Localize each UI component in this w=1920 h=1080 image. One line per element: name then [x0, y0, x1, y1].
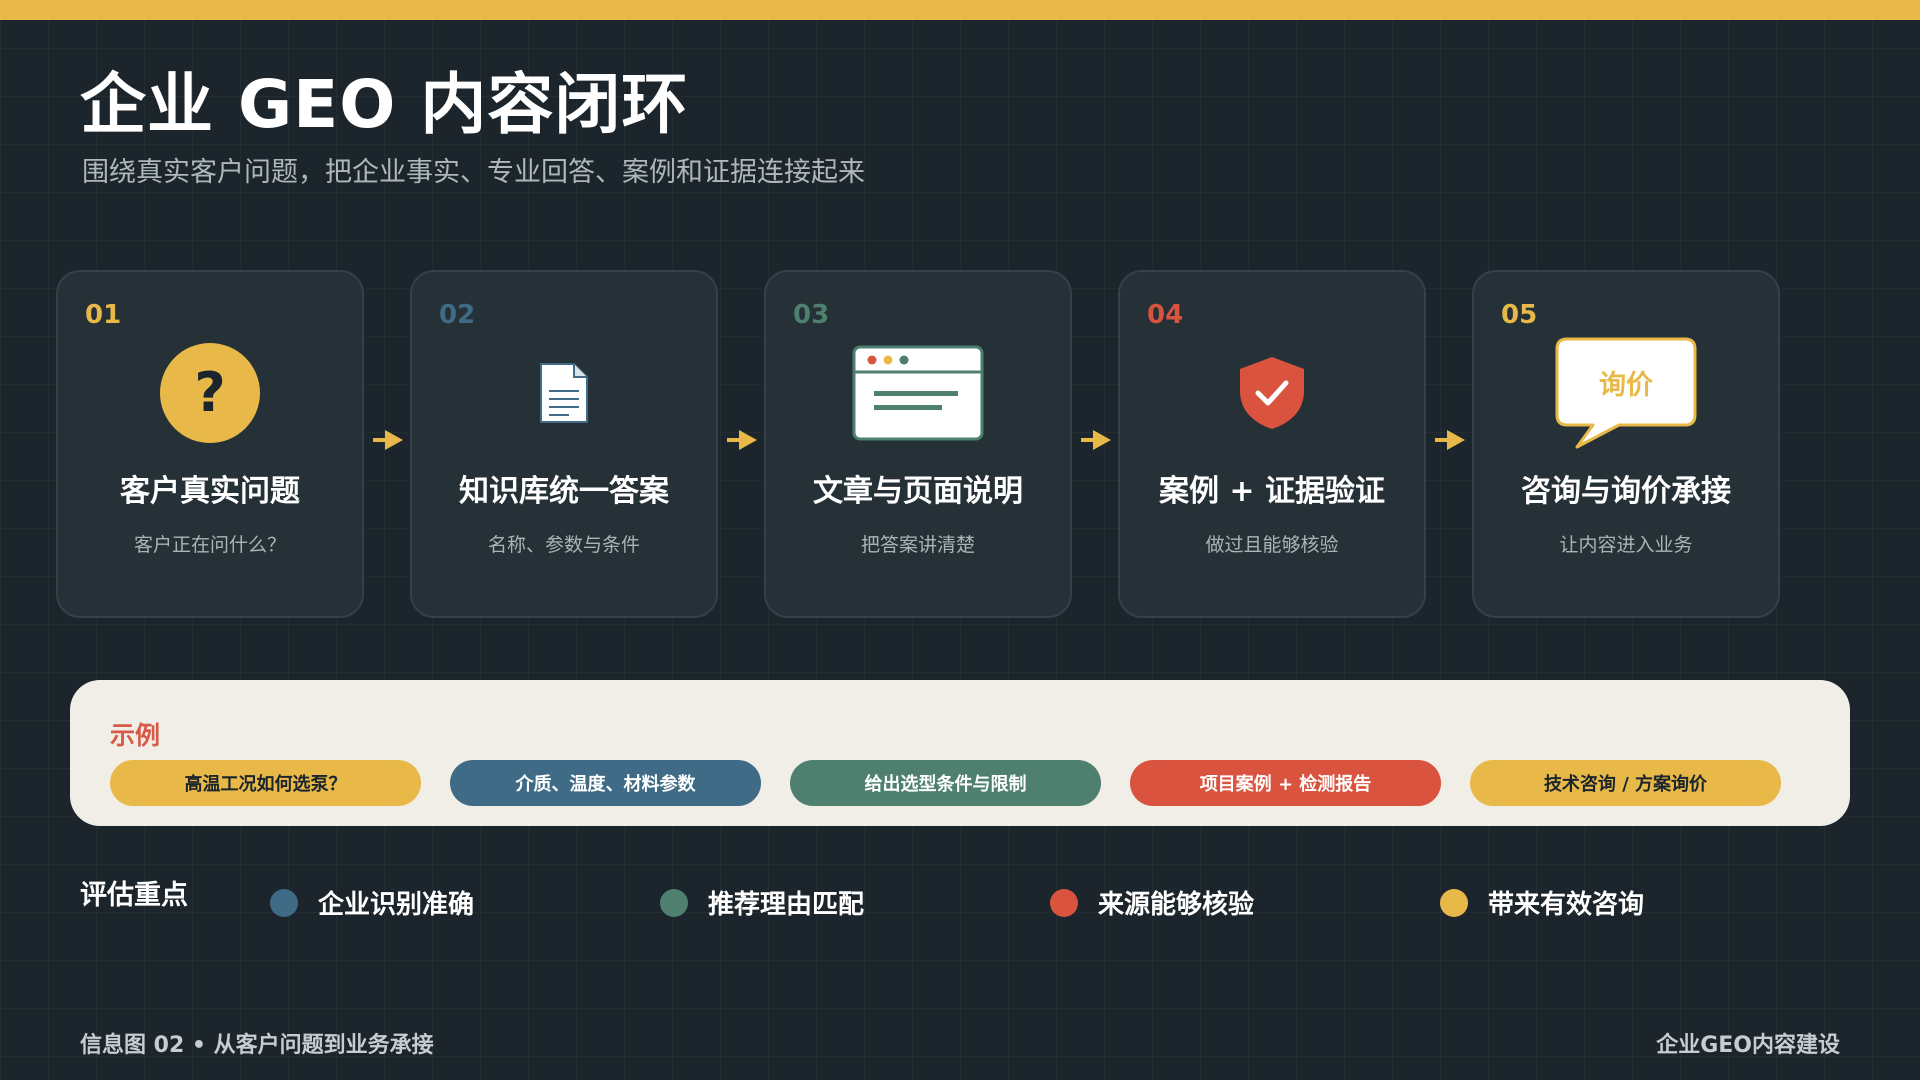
- step-card-4: 04 案例 + 证据验证 做过且能够核验: [1118, 270, 1426, 618]
- step-desc: 让内容进入业务: [1559, 534, 1693, 556]
- step-desc: 把答案讲清楚: [860, 534, 975, 556]
- speech-bubble-icon: 询价: [1474, 337, 1778, 449]
- arrow-right-icon: [373, 430, 403, 450]
- step-card-5: 05 询价 咨询与询价承接 让内容进入业务: [1472, 270, 1780, 618]
- question-icon: ?: [58, 338, 362, 448]
- arrow-right-icon: [727, 430, 757, 450]
- step-card-1: 01 ? 客户真实问题 客户正在问什么？: [56, 270, 364, 618]
- evaluation-item: 来源能够核验: [1050, 884, 1254, 921]
- step-desc: 名称、参数与条件: [487, 534, 640, 556]
- example-pill: 项目案例 + 检测报告: [1130, 760, 1441, 806]
- step-title: 客户真实问题: [120, 474, 300, 509]
- footer-caption: 信息图 02 • 从客户问题到业务承接: [80, 1033, 434, 1058]
- example-pill: 介质、温度、材料参数: [450, 760, 761, 806]
- evaluation-label: 评估重点: [80, 880, 188, 911]
- bubble-text: 询价: [1599, 369, 1653, 401]
- evaluation-item: 带来有效咨询: [1440, 884, 1644, 921]
- yellow-dot-icon: [1440, 888, 1468, 917]
- step-title: 知识库统一答案: [459, 474, 669, 509]
- step-desc: 做过且能够核验: [1205, 534, 1339, 556]
- top-accent-bar: [0, 0, 1920, 20]
- svg-text:?: ?: [194, 361, 225, 424]
- arrow-right-icon: [1081, 430, 1111, 450]
- step-desc: 客户正在问什么？: [133, 534, 286, 556]
- step-card-3: 03 文章与页面说明 把答案讲清楚: [764, 270, 1072, 618]
- evaluation-text: 推荐理由匹配: [708, 890, 865, 920]
- step-title: 咨询与询价承接: [1521, 474, 1731, 509]
- step-title: 文章与页面说明: [813, 474, 1023, 509]
- shield-check-icon: [1120, 338, 1424, 448]
- evaluation-item: 推荐理由匹配: [660, 884, 864, 921]
- page-subtitle: 围绕真实客户问题，把企业事实、专业回答、案例和证据连接起来: [82, 157, 865, 188]
- example-pill: 高温工况如何选泵？: [110, 760, 421, 806]
- page-title: 企业 GEO 内容闭环: [80, 66, 689, 143]
- example-panel: 示例 高温工况如何选泵？ 介质、温度、材料参数 给出选型条件与限制 项目案例 +…: [70, 680, 1850, 826]
- browser-window-icon: [766, 338, 1070, 448]
- example-label: 示例: [110, 721, 161, 750]
- step-number: 01: [85, 300, 122, 330]
- step-card-2: 02 知识库统一答案 名称、参数与条件: [410, 270, 718, 618]
- evaluation-text: 带来有效咨询: [1488, 890, 1645, 920]
- example-pill: 技术咨询 / 方案询价: [1470, 760, 1781, 806]
- evaluation-item: 企业识别准确: [270, 884, 474, 921]
- arrow-right-icon: [1435, 430, 1465, 450]
- evaluation-text: 企业识别准确: [318, 890, 475, 920]
- step-number: 02: [439, 300, 476, 330]
- step-title: 案例 + 证据验证: [1158, 474, 1386, 509]
- step-number: 04: [1147, 300, 1184, 330]
- blue-dot-icon: [270, 888, 298, 917]
- red-dot-icon: [1050, 888, 1078, 917]
- document-icon: [412, 338, 716, 448]
- green-dot-icon: [660, 888, 688, 917]
- evaluation-text: 来源能够核验: [1098, 890, 1255, 920]
- step-number: 05: [1501, 300, 1538, 330]
- footer-brand: 企业GEO内容建设: [1656, 1033, 1840, 1058]
- step-number: 03: [793, 300, 830, 330]
- example-pill: 给出选型条件与限制: [790, 760, 1101, 806]
